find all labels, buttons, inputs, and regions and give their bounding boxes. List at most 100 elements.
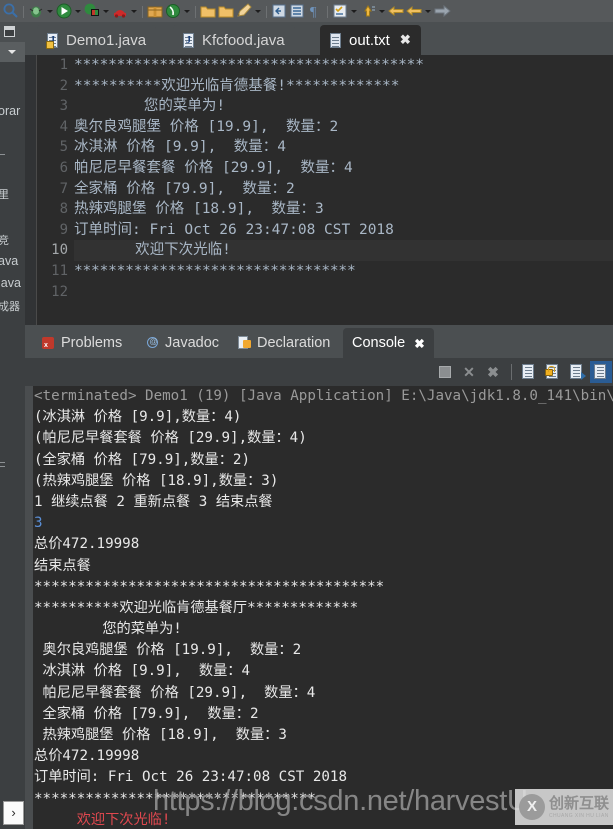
- open-resource-icon[interactable]: [217, 0, 235, 22]
- external-tools-dropdown-caret[interactable]: [130, 2, 139, 20]
- editor-line: 3 您的菜单为!: [38, 96, 613, 117]
- display-selected-console-button[interactable]: [590, 361, 612, 383]
- forward-icon[interactable]: [405, 0, 423, 22]
- javadoc-icon: @: [146, 336, 160, 350]
- toolbar-separator: [192, 4, 199, 18]
- console-line: 帕尼尼早餐套餐 价格 [29.9], 数量：4: [34, 684, 316, 701]
- editor-annotation-ruler[interactable]: [25, 55, 37, 325]
- tab-javadoc[interactable]: @ Javadoc: [137, 328, 228, 358]
- console-line: 奥尔良鸡腿堡 价格 [19.9], 数量：2: [34, 642, 302, 659]
- toolbar-separator: [139, 4, 146, 18]
- tree-item-java-1[interactable]: ava: [0, 254, 18, 268]
- editor-tab-label: Demo1.java: [66, 31, 147, 49]
- clear-console-button[interactable]: [518, 361, 540, 383]
- eclipse-window: ¶ orar 里 竞 ava java 成器 › Demo1.java J Kf…: [0, 0, 613, 829]
- editor-line-current: 10 欢迎下次光临!: [38, 240, 613, 261]
- next-annotation-icon[interactable]: [288, 0, 306, 22]
- debug-dropdown-caret[interactable]: [46, 2, 55, 20]
- line-number: 9: [59, 221, 68, 238]
- line-content: 帕尼尼早餐套餐 价格 [29.9], 数量：4: [74, 159, 353, 176]
- edit-dropdown-caret[interactable]: [254, 2, 263, 20]
- terminate-button[interactable]: [435, 361, 457, 383]
- run-dropdown-caret[interactable]: [74, 2, 83, 20]
- editor-tab-kfcfood-java[interactable]: J Kfcfood.java: [173, 25, 295, 55]
- tab-label: Console: [352, 335, 406, 351]
- line-number: 2: [59, 77, 68, 94]
- java-file-icon: J: [183, 32, 196, 48]
- toggle-mark-occurrences-icon[interactable]: [331, 0, 349, 22]
- scroll-lock-button[interactable]: [542, 361, 564, 383]
- line-number: 11: [51, 262, 68, 279]
- tree-item-4[interactable]: 成器: [0, 298, 20, 314]
- console-view[interactable]: <terminated> Demo1 (19) [Java Applicatio…: [25, 386, 613, 829]
- remove-launch-button[interactable]: ✕: [459, 361, 481, 383]
- explorer-header: [0, 22, 25, 42]
- editor-tab-out-txt[interactable]: out.txt ✖: [320, 25, 421, 55]
- navigation-dropdown-caret[interactable]: [424, 2, 433, 20]
- remove-all-terminated-button[interactable]: ✖: [483, 361, 505, 383]
- close-icon[interactable]: ✖: [400, 32, 411, 48]
- console-stdin-line: 3: [34, 515, 43, 532]
- edit-pencil-icon[interactable]: [235, 0, 253, 22]
- console-launch-header: <terminated> Demo1 (19) [Java Applicatio…: [34, 388, 613, 404]
- external-tools-icon[interactable]: [111, 0, 129, 22]
- debug-icon[interactable]: [27, 0, 45, 22]
- tree-item-3[interactable]: 竞: [0, 232, 9, 248]
- coverage-icon[interactable]: [83, 0, 101, 22]
- console-toolbar: ✕ ✖: [25, 358, 613, 386]
- console-output: <terminated> Demo1 (19) [Java Applicatio…: [34, 386, 613, 829]
- run-icon[interactable]: [55, 0, 73, 22]
- line-number: 5: [59, 139, 68, 156]
- editor-line: 4 奥尔良鸡腿堡 价格 [19.9], 数量：2: [38, 117, 613, 138]
- restore-dropdown-caret[interactable]: [378, 2, 387, 20]
- tab-declaration[interactable]: Declaration: [229, 328, 339, 358]
- watermark-logo-pinyin: CHUANG XIN HU LIAN: [549, 812, 609, 819]
- line-number: 7: [59, 180, 68, 197]
- explorer-tree[interactable]: orar 里 竞 ava java 成器: [0, 62, 25, 792]
- line-number: 1: [59, 57, 68, 73]
- tree-item-2[interactable]: 里: [0, 186, 9, 202]
- new-dropdown-caret[interactable]: [183, 2, 192, 20]
- previous-annotation-icon[interactable]: [270, 0, 288, 22]
- coverage-dropdown-caret[interactable]: [102, 2, 111, 20]
- pilcrow-icon[interactable]: ¶: [306, 0, 324, 22]
- tab-label: Problems: [61, 335, 123, 351]
- editor-line: 1 **************************************…: [38, 55, 613, 76]
- minimize-icon[interactable]: [4, 26, 15, 37]
- view-menu-dropdown[interactable]: [0, 42, 25, 62]
- mark-occurrences-dropdown-caret[interactable]: [350, 2, 359, 20]
- line-content: 订单时间: Fri Oct 26 23:47:08 CST 2018: [74, 221, 394, 238]
- close-icon[interactable]: ✖: [414, 336, 424, 351]
- next-edit-location-icon[interactable]: [433, 0, 451, 22]
- tree-item-library[interactable]: orar: [0, 104, 20, 118]
- line-content: 奥尔良鸡腿堡 价格 [19.9], 数量：2: [74, 118, 339, 135]
- console-line: **********欢迎光临肯德基餐厅*************: [34, 599, 359, 616]
- text-editor-out-txt[interactable]: 1 **************************************…: [25, 55, 613, 325]
- restore-up-icon[interactable]: [359, 0, 377, 22]
- new-java-project-icon[interactable]: [164, 0, 182, 22]
- search-icon[interactable]: [2, 0, 20, 22]
- console-line: 总价472.19998: [34, 748, 140, 765]
- open-type-icon[interactable]: [199, 0, 217, 22]
- watermark-logo-text: 创新互联: [549, 794, 610, 812]
- back-icon[interactable]: [387, 0, 405, 22]
- editor-lines: 1 **************************************…: [38, 55, 613, 325]
- expand-panel-button[interactable]: ›: [3, 801, 24, 825]
- console-line: 热辣鸡腿堡 价格 [18.9], 数量：3: [34, 727, 287, 743]
- pin-console-button[interactable]: [566, 361, 588, 383]
- tab-label: Declaration: [257, 335, 331, 351]
- toolbar-separator: [511, 364, 512, 380]
- line-content: 您的菜单为!: [74, 98, 226, 115]
- toolbar-separator: [20, 4, 27, 18]
- tab-problems[interactable]: x Problems: [33, 328, 131, 358]
- editor-tab-demo1-java[interactable]: J Demo1.java: [37, 25, 157, 55]
- tab-console[interactable]: Console ✖: [343, 328, 613, 829]
- line-content: 冰淇淋 价格 [9.9], 数量：4: [74, 139, 287, 156]
- console-line: 结束点餐: [34, 557, 91, 574]
- console-line: 1 继续点餐 2 重新点餐 3 结束点餐: [34, 493, 273, 510]
- tree-item-java-2[interactable]: java: [0, 276, 21, 290]
- toolbar-separator: [324, 4, 331, 18]
- tab-label: Javadoc: [165, 335, 220, 351]
- java-file-warning-icon: J: [46, 32, 60, 49]
- new-package-icon[interactable]: [146, 0, 164, 22]
